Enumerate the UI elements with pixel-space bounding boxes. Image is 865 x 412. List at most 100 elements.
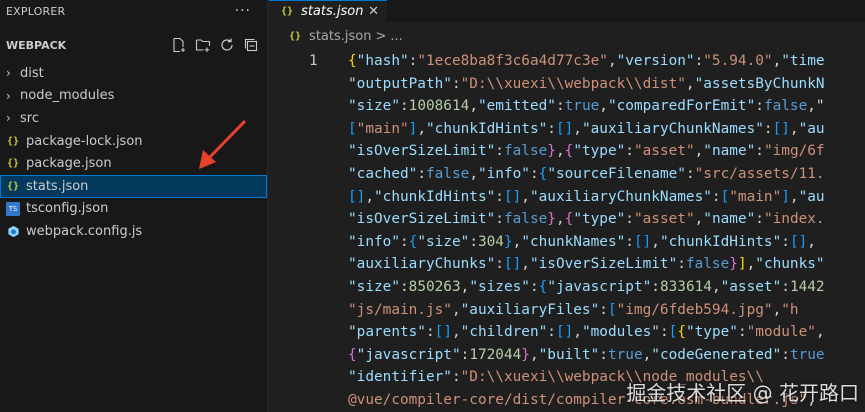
code-token: "main"	[729, 188, 782, 205]
code-token: "info"	[477, 165, 530, 182]
code-token: "chunks"	[755, 256, 825, 273]
code-token: []	[348, 188, 366, 205]
code-token: :	[451, 75, 461, 92]
close-icon[interactable]: ✕	[368, 4, 379, 19]
line-number: 1	[309, 53, 318, 69]
code-token: "emitted"	[477, 98, 556, 115]
more-actions-icon[interactable]: ···	[235, 3, 251, 19]
explorer-header: EXPLORER ···	[0, 0, 267, 22]
code-line: "parents":[],"children":[],"modules":[{"…	[348, 321, 825, 344]
code-token: [	[607, 301, 617, 318]
code-line: [],"chunkIdHints":[],"auxiliaryChunkName…	[348, 186, 825, 209]
code-token: :	[685, 165, 695, 182]
code-token: :	[781, 346, 790, 363]
code-token: "size"	[417, 233, 470, 250]
code-token: :	[625, 233, 634, 250]
code-token: :	[763, 120, 773, 137]
code-token: {	[348, 53, 357, 69]
code-token: "index.	[763, 211, 825, 228]
code-token: :	[399, 233, 409, 250]
code-token: "assetsByChunkN	[694, 75, 825, 92]
code-token: []	[503, 256, 522, 273]
code-token: :	[755, 98, 764, 115]
code-token: :	[529, 165, 539, 182]
code-line: "js/main.js","auxiliaryFiles":["img/6fde…	[348, 299, 825, 322]
code-token: {	[538, 165, 548, 182]
code-token: "info"	[348, 233, 400, 250]
code-token: :	[781, 278, 790, 295]
collapse-all-icon[interactable]	[243, 37, 259, 53]
code-token: :	[495, 143, 504, 160]
code-token: "sizes"	[469, 278, 530, 295]
tree-item-tsconfig-json[interactable]: TS tsconfig.json	[0, 198, 267, 221]
code-token: :	[451, 369, 461, 386]
code-token: ,	[711, 278, 721, 295]
code-token: true	[564, 98, 600, 115]
chevron-right-icon: ›	[6, 88, 11, 103]
code-token: false	[503, 211, 548, 228]
new-file-icon[interactable]	[171, 37, 187, 53]
code-token: "modules"	[581, 324, 660, 341]
code-token: ,	[555, 143, 565, 160]
code-token: "javascript"	[547, 278, 652, 295]
code-line: {"hash":"1ece8ba8f3c6a4d77c3e","version"…	[348, 50, 825, 73]
code-token: [	[348, 120, 357, 137]
code-token: "asset"	[633, 211, 695, 228]
code-token: :	[495, 256, 504, 273]
code-token: :	[555, 98, 565, 115]
explorer-title: EXPLORER	[6, 4, 66, 18]
tree-item-label: node_modules	[20, 88, 115, 104]
code-token: "javascript"	[356, 346, 461, 363]
tree-item-src[interactable]: › src	[0, 107, 267, 130]
code-token: ,	[599, 98, 608, 115]
code-token: }	[547, 143, 556, 160]
tree-item-package-lock-json[interactable]: {} package-lock.json	[0, 130, 267, 153]
code-token: "auxiliaryChunkNames"	[581, 120, 764, 137]
code-token: []	[503, 188, 522, 205]
code-editor[interactable]: 1 {"hash":"1ece8ba8f3c6a4d77c3e","versio…	[269, 50, 865, 412]
code-token: :	[399, 278, 409, 295]
code-token: "auxiliaryFiles"	[460, 301, 600, 318]
code-token: ,	[815, 324, 825, 341]
json-file-icon: {}	[281, 6, 294, 17]
code-token: :	[781, 233, 790, 250]
tree-item-stats-json[interactable]: {} stats.json	[0, 174, 267, 198]
code-token: ,	[772, 53, 782, 69]
chevron-right-icon: ›	[6, 66, 11, 81]
refresh-icon[interactable]	[219, 37, 235, 53]
code-token: :	[625, 211, 634, 228]
code-token: 850263	[408, 278, 461, 295]
code-token: "chunkNames"	[521, 233, 626, 250]
code-token: 304	[477, 233, 504, 250]
code-token: "js/main.js"	[348, 301, 452, 318]
tree-item-webpack-config-js[interactable]: webpack.config.js	[0, 220, 267, 243]
json-file-icon: {}	[289, 30, 302, 42]
code-token: true	[789, 346, 825, 363]
code-token: ,	[651, 233, 660, 250]
new-folder-icon[interactable]	[195, 37, 211, 53]
code-token: ,	[642, 346, 652, 363]
code-token: }	[521, 346, 530, 363]
tree-item-node-modules[interactable]: › node_modules	[0, 85, 267, 108]
code-token: "comparedForEmit"	[607, 98, 756, 115]
code-token: ,	[789, 188, 799, 205]
breadcrumb-more[interactable]: ...	[390, 29, 402, 44]
code-token: []	[555, 120, 574, 137]
code-token: "time	[781, 53, 825, 69]
workspace-section-header[interactable]: WEBPACK	[0, 28, 267, 62]
code-token: "h	[781, 301, 799, 318]
tree-item-label: src	[20, 110, 39, 126]
breadcrumb-file[interactable]: stats.json	[309, 29, 371, 44]
code-token: {	[538, 278, 548, 295]
tree-item-package-json[interactable]: {} package.json	[0, 152, 267, 175]
code-token: ,	[521, 256, 530, 273]
code-lines[interactable]: {"hash":"1ece8ba8f3c6a4d77c3e","version"…	[348, 50, 825, 412]
code-token: {	[348, 346, 357, 363]
code-token: {	[677, 324, 686, 341]
code-token: 833614	[659, 278, 712, 295]
tab-stats-json[interactable]: {} stats.json ✕	[269, 0, 387, 22]
code-token: [	[668, 324, 678, 341]
code-token: false	[763, 98, 808, 115]
code-token: 1008614	[408, 98, 470, 115]
tree-item-dist[interactable]: › dist	[0, 62, 267, 85]
